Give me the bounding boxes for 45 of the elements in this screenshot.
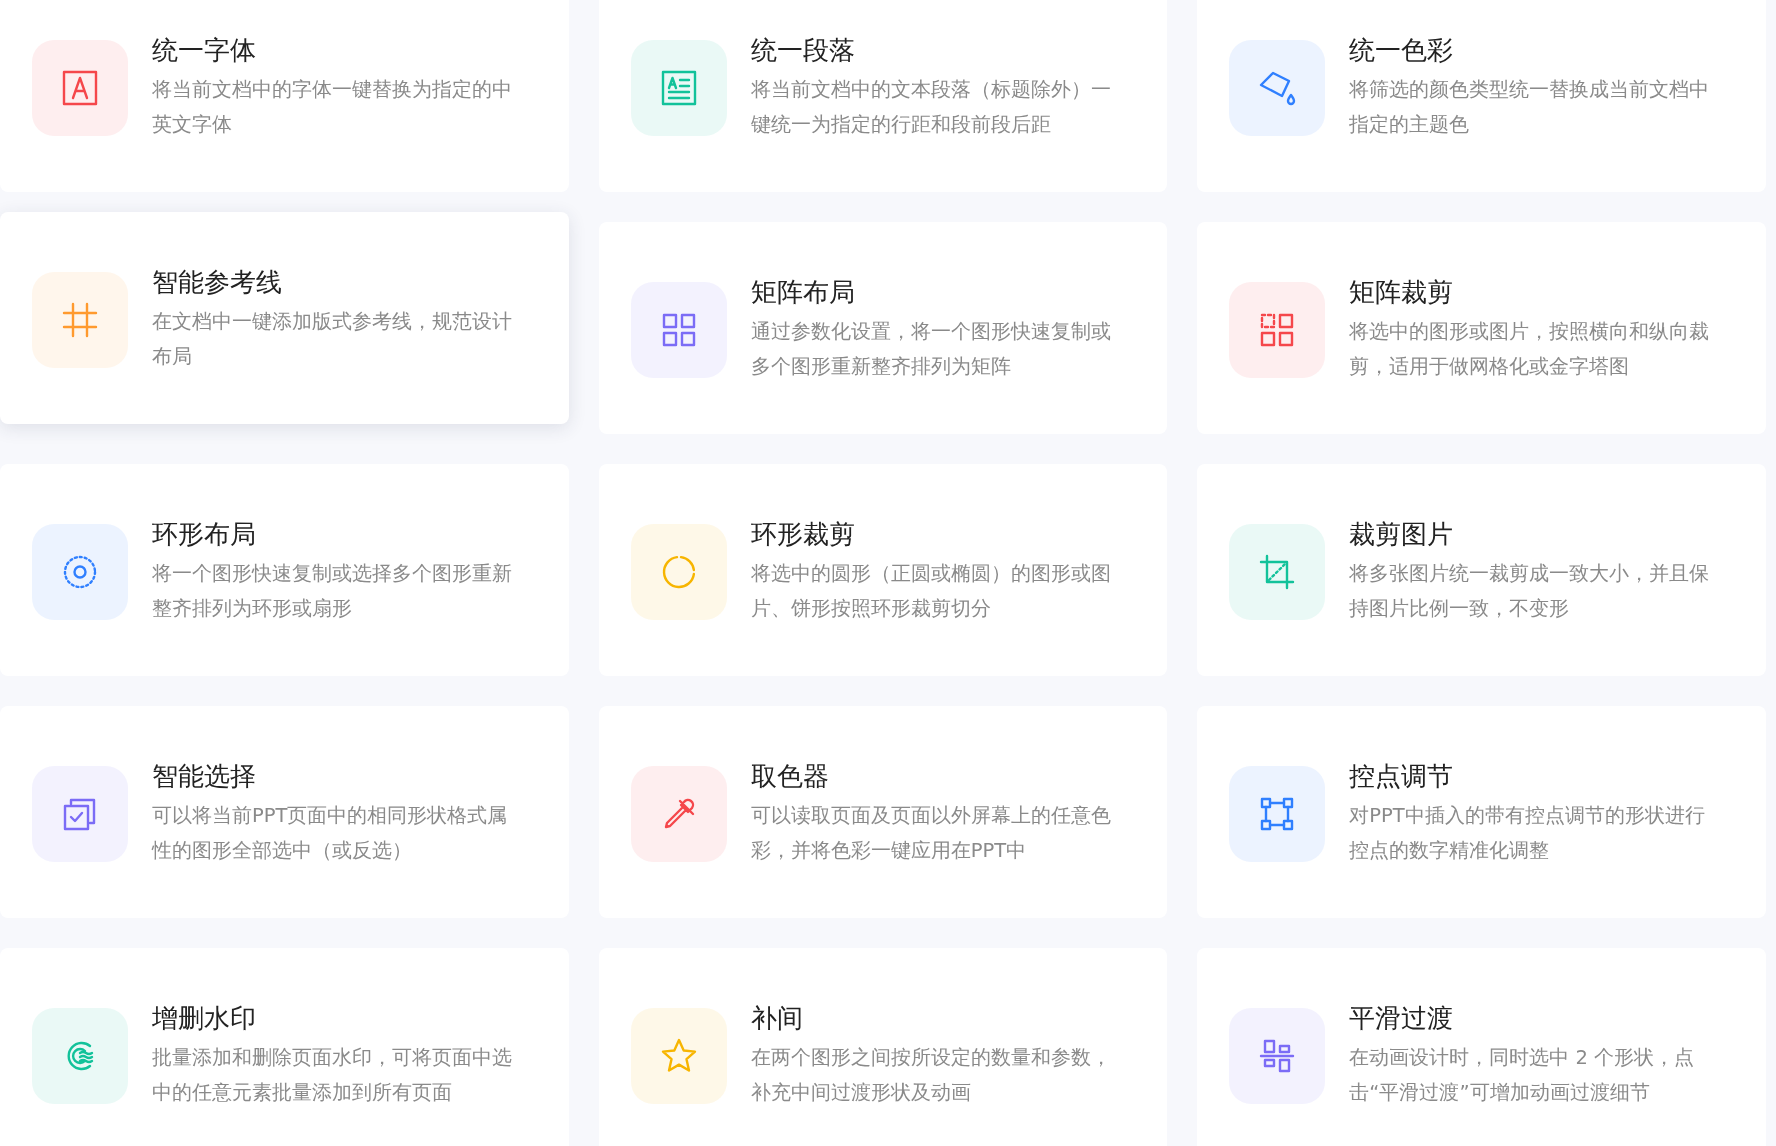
feature-card[interactable]: 统一色彩 将筛选的颜色类型统一替换成当前文档中 指定的主题色 bbox=[1197, 0, 1766, 192]
card-description: 对PPT中插入的带有控点调节的形状进行 控点的数字精准化调整 bbox=[1349, 803, 1705, 864]
card-description: 在动画设计时，同时选中 2 个形状，点 击“平滑过渡”可增加动画过渡细节 bbox=[1349, 1045, 1695, 1106]
card-description: 将选中的圆形（正圆或椭圆）的图形或图 片、饼形按照环形裁剪切分 bbox=[750, 561, 1111, 622]
card-title: 矩阵裁剪 bbox=[1349, 276, 1454, 309]
card-title: 统一字体 bbox=[152, 34, 256, 67]
card-title: 环形裁剪 bbox=[750, 518, 855, 551]
card-title: 统一段落 bbox=[750, 34, 855, 67]
feature-card[interactable]: 环形裁剪 将选中的圆形（正圆或椭圆）的图形或图 片、饼形按照环形裁剪切分 bbox=[598, 464, 1168, 676]
card-description: 将筛选的颜色类型统一替换成当前文档中 指定的主题色 bbox=[1349, 77, 1710, 138]
card-description: 在两个图形之间按所设定的数量和参数， 补充中间过渡形状及动画 bbox=[750, 1045, 1111, 1106]
card-description: 将多张图片统一裁剪成一致大小，并且保 持图片比例一致，不变形 bbox=[1349, 561, 1710, 622]
card-title: 增删水印 bbox=[152, 1002, 256, 1035]
card-description: 批量添加和删除页面水印，可将页面中选 中的任意元素批量添加到所有页面 bbox=[152, 1045, 512, 1106]
card-title: 裁剪图片 bbox=[1349, 518, 1454, 551]
card-title: 矩阵布局 bbox=[750, 276, 855, 309]
card-description: 将选中的图形或图片，按照横向和纵向裁 剪，适用于做网格化或金字塔图 bbox=[1349, 319, 1710, 380]
feature-card[interactable]: 统一段落 将当前文档中的文本段落（标题除外）一 键统一为指定的行距和段前段后距 bbox=[598, 0, 1168, 192]
card-title: 平滑过渡 bbox=[1349, 1002, 1454, 1035]
feature-card[interactable]: 统一字体 将当前文档中的字体一键替换为指定的中 英文字体 bbox=[0, 0, 569, 192]
card-description: 将当前文档中的文本段落（标题除外）一 键统一为指定的行距和段前段后距 bbox=[750, 77, 1111, 138]
feature-card[interactable]: 矩阵裁剪 将选中的图形或图片，按照横向和纵向裁 剪，适用于做网格化或金字塔图 bbox=[1197, 222, 1766, 434]
card-description: 通过参数化设置，将一个图形快速复制或 多个图形重新整齐排列为矩阵 bbox=[750, 319, 1111, 380]
feature-card[interactable]: 智能选择 可以将当前PPT页面中的相同形状格式属 性的图形全部选中（或反选） bbox=[0, 706, 569, 918]
feature-card[interactable]: 增删水印 批量添加和删除页面水印，可将页面中选 中的任意元素批量添加到所有页面 bbox=[0, 948, 569, 1146]
card-description: 将一个图形快速复制或选择多个图形重新 整齐排列为环形或扇形 bbox=[152, 561, 512, 622]
card-title: 控点调节 bbox=[1349, 760, 1454, 793]
card-title: 统一色彩 bbox=[1349, 34, 1454, 67]
feature-card[interactable]: 平滑过渡 在动画设计时，同时选中 2 个形状，点 击“平滑过渡”可增加动画过渡细节 bbox=[1197, 948, 1766, 1146]
feature-card[interactable]: 智能参考线 在文档中一键添加版式参考线，规范设计 布局 bbox=[0, 212, 569, 424]
card-description: 在文档中一键添加版式参考线，规范设计 布局 bbox=[152, 309, 512, 370]
card-description: 将当前文档中的字体一键替换为指定的中 英文字体 bbox=[152, 77, 512, 138]
card-description: 可以将当前PPT页面中的相同形状格式属 性的图形全部选中（或反选） bbox=[152, 803, 508, 864]
card-description: 可以读取页面及页面以外屏幕上的任意色 彩，并将色彩一键应用在PPT中 bbox=[750, 803, 1111, 864]
feature-card[interactable]: 控点调节 对PPT中插入的带有控点调节的形状进行 控点的数字精准化调整 bbox=[1197, 706, 1766, 918]
feature-card[interactable]: 补间 在两个图形之间按所设定的数量和参数， 补充中间过渡形状及动画 bbox=[598, 948, 1168, 1146]
feature-card[interactable]: 矩阵布局 通过参数化设置，将一个图形快速复制或 多个图形重新整齐排列为矩阵 bbox=[598, 222, 1168, 434]
feature-card[interactable]: 取色器 可以读取页面及页面以外屏幕上的任意色 彩，并将色彩一键应用在PPT中 bbox=[598, 706, 1168, 918]
card-title: 智能选择 bbox=[152, 760, 256, 793]
feature-card[interactable]: 裁剪图片 将多张图片统一裁剪成一致大小，并且保 持图片比例一致，不变形 bbox=[1197, 464, 1766, 676]
feature-card[interactable]: 环形布局 将一个图形快速复制或选择多个图形重新 整齐排列为环形或扇形 bbox=[0, 464, 569, 676]
card-title: 智能参考线 bbox=[152, 266, 282, 299]
card-title: 取色器 bbox=[750, 760, 829, 793]
card-title: 环形布局 bbox=[152, 518, 256, 551]
card-title: 补间 bbox=[750, 1002, 803, 1035]
